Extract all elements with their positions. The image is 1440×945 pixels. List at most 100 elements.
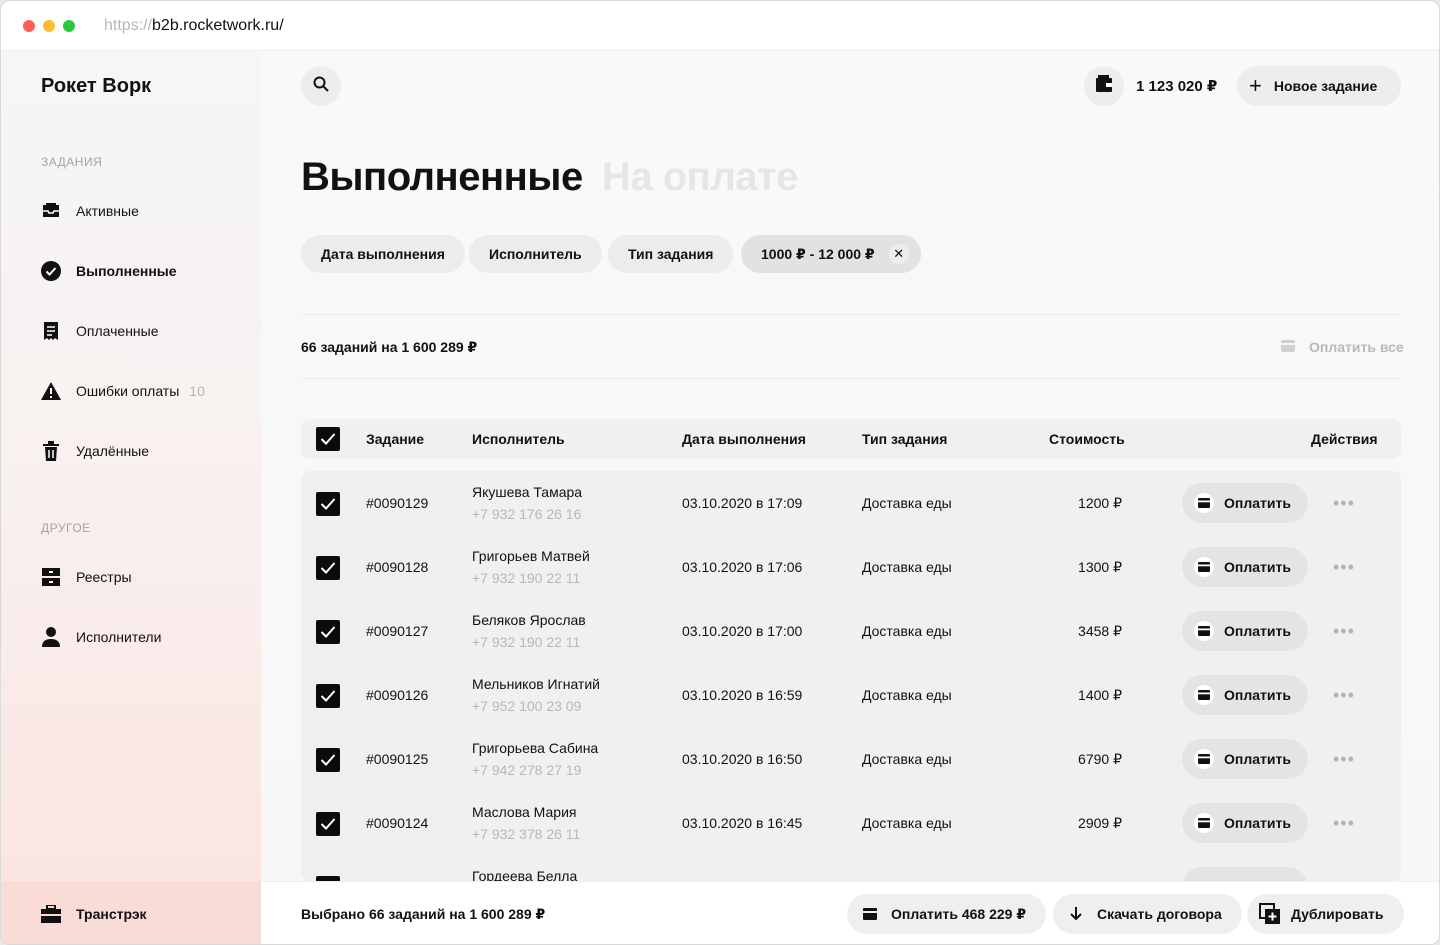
pay-all-button[interactable]: Оплатить все <box>1281 339 1404 355</box>
pay-label: Оплатить <box>1224 815 1291 831</box>
task-id[interactable]: #0090127 <box>366 623 428 639</box>
more-icon[interactable]: ••• <box>1333 749 1355 770</box>
filter-label: Исполнитель <box>489 246 582 262</box>
task-id[interactable]: #0090126 <box>366 687 428 703</box>
task-id[interactable]: #0090129 <box>366 495 428 511</box>
sidebar-item-payment-errors[interactable]: Ошибки оплаты 10 <box>39 378 205 404</box>
completion-date: 03.10.2020 в 17:06 <box>682 559 803 575</box>
task-price: 6790 ₽ <box>1078 751 1122 767</box>
address-bar[interactable]: https://b2b.rocketwork.ru/ <box>104 17 284 35</box>
row-checkbox[interactable] <box>316 556 340 580</box>
pay-label: Оплатить <box>1224 623 1291 639</box>
filter-price-range[interactable]: 1000 ₽ - 12 000 ₽ ✕ <box>741 235 921 273</box>
table-body: #0090129 Якушева Тамара +7 932 176 26 16… <box>301 471 1401 881</box>
section-label-other: ДРУГОЕ <box>41 521 91 535</box>
pay-selected-label: Оплатить 468 229 ₽ <box>891 905 1027 922</box>
completion-date: 03.10.2020 в 17:00 <box>682 623 803 639</box>
performer-name[interactable]: Мельников Игнатий <box>472 676 600 692</box>
bulk-action-bar: Выбрано 66 заданий на 1 600 289 ₽ Оплати… <box>261 881 1439 944</box>
sidebar-item-paid[interactable]: Оплаченные <box>39 318 159 344</box>
search-button[interactable] <box>301 66 341 106</box>
filter-performer[interactable]: Исполнитель <box>469 235 602 273</box>
completion-date: 03.10.2020 в 16:50 <box>682 751 803 767</box>
close-window-button[interactable] <box>23 20 35 32</box>
sidebar-item-active[interactable]: Активные <box>39 198 139 224</box>
sidebar-item-label: Выполненные <box>76 263 177 279</box>
task-id[interactable]: #0090124 <box>366 815 428 831</box>
more-icon[interactable]: ••• <box>1333 557 1355 578</box>
close-icon[interactable]: ✕ <box>888 244 909 264</box>
new-task-label: Новое задание <box>1273 78 1378 94</box>
card-icon <box>1194 557 1214 577</box>
pay-button[interactable]: Оплатить <box>1182 739 1308 779</box>
column-header-performer[interactable]: Исполнитель <box>472 431 565 447</box>
sidebar-item-deleted[interactable]: Удалённые <box>39 438 149 464</box>
minimize-window-button[interactable] <box>43 20 55 32</box>
table-row[interactable]: #0090129 Якушева Тамара +7 932 176 26 16… <box>301 471 1401 535</box>
task-id[interactable]: #0090128 <box>366 559 428 575</box>
new-task-button[interactable]: + Новое задание <box>1237 66 1401 106</box>
maximize-window-button[interactable] <box>63 20 75 32</box>
pay-button[interactable]: Оплатить <box>1182 803 1308 843</box>
filter-completion-date[interactable]: Дата выполнения <box>301 235 465 273</box>
pay-label: Оплатить <box>1224 751 1291 767</box>
sidebar-item-registries[interactable]: Реестры <box>39 564 132 590</box>
performer-name[interactable]: Беляков Ярослав <box>472 612 586 628</box>
performer-name[interactable]: Гордеева Белла <box>472 868 577 881</box>
task-id[interactable]: #0090125 <box>366 751 428 767</box>
row-checkbox[interactable] <box>316 492 340 516</box>
column-header-actions: Действия <box>1311 431 1378 447</box>
company-switcher[interactable]: Транстрэк <box>1 881 261 944</box>
table-row[interactable]: #0090124 Маслова Мария +7 932 378 26 11 … <box>301 791 1401 855</box>
sidebar-item-completed[interactable]: Выполненные <box>39 258 177 284</box>
select-all-checkbox[interactable] <box>316 427 340 451</box>
task-price: 3458 ₽ <box>1078 623 1122 639</box>
more-icon[interactable]: ••• <box>1333 813 1355 834</box>
pay-button[interactable]: Оплатить <box>1182 611 1308 651</box>
pay-button[interactable]: Оплатить <box>1182 483 1308 523</box>
table-row[interactable]: #0090126 Мельников Игнатий +7 952 100 23… <box>301 663 1401 727</box>
download-contracts-button[interactable]: Скачать договора <box>1053 894 1242 934</box>
pay-button[interactable]: Оплатить <box>1182 547 1308 587</box>
sidebar-item-label: Исполнители <box>76 629 162 645</box>
row-checkbox[interactable] <box>316 684 340 708</box>
sidebar-item-label: Реестры <box>76 569 132 585</box>
performer-name[interactable]: Григорьева Сабина <box>472 740 598 756</box>
trash-icon <box>39 439 63 463</box>
filter-task-type[interactable]: Тип задания <box>608 235 734 273</box>
column-header-type[interactable]: Тип задания <box>862 431 947 447</box>
row-checkbox[interactable] <box>316 620 340 644</box>
more-icon[interactable]: ••• <box>1333 493 1355 514</box>
column-header-task[interactable]: Задание <box>366 431 424 447</box>
download-contracts-label: Скачать договора <box>1097 906 1222 922</box>
completion-date: 03.10.2020 в 17:09 <box>682 495 803 511</box>
sidebar-item-performers[interactable]: Исполнители <box>39 624 161 650</box>
filter-label: 1000 ₽ - 12 000 ₽ <box>761 245 875 262</box>
pay-selected-button[interactable]: Оплатить 468 229 ₽ <box>847 894 1047 934</box>
column-header-date[interactable]: Дата выполнения <box>682 431 806 447</box>
wallet-button[interactable] <box>1084 66 1124 106</box>
performer-name[interactable]: Якушева Тамара <box>472 484 582 500</box>
row-checkbox[interactable] <box>316 812 340 836</box>
duplicate-label: Дублировать <box>1291 906 1384 922</box>
table-row[interactable]: #0090125 Григорьева Сабина +7 942 278 27… <box>301 727 1401 791</box>
pay-button[interactable]: Оплатить <box>1182 675 1308 715</box>
row-checkbox[interactable] <box>316 748 340 772</box>
table-row[interactable]: #0090128 Григорьев Матвей +7 932 190 22 … <box>301 535 1401 599</box>
section-label-tasks: ЗАДАНИЯ <box>41 155 103 169</box>
card-icon <box>1194 813 1214 833</box>
column-header-price[interactable]: Стоимость <box>1049 431 1125 447</box>
more-icon[interactable]: ••• <box>1333 685 1355 706</box>
pay-all-label: Оплатить все <box>1309 339 1404 355</box>
company-item[interactable]: Транстрэк <box>39 901 147 927</box>
brand-logo[interactable]: Рокет Ворк <box>41 75 151 98</box>
tab-awaiting-payment[interactable]: На оплате <box>602 155 798 200</box>
pay-button[interactable] <box>1182 867 1308 881</box>
performer-name[interactable]: Маслова Мария <box>472 804 576 820</box>
more-icon[interactable]: ••• <box>1333 621 1355 642</box>
duplicate-button[interactable]: Дублировать <box>1247 894 1404 934</box>
performer-name[interactable]: Григорьев Матвей <box>472 548 590 564</box>
table-row[interactable]: #0090127 Беляков Ярослав +7 932 190 22 1… <box>301 599 1401 663</box>
task-price: 1300 ₽ <box>1078 559 1122 575</box>
table-row[interactable]: Гордеева Белла <box>301 855 1401 881</box>
